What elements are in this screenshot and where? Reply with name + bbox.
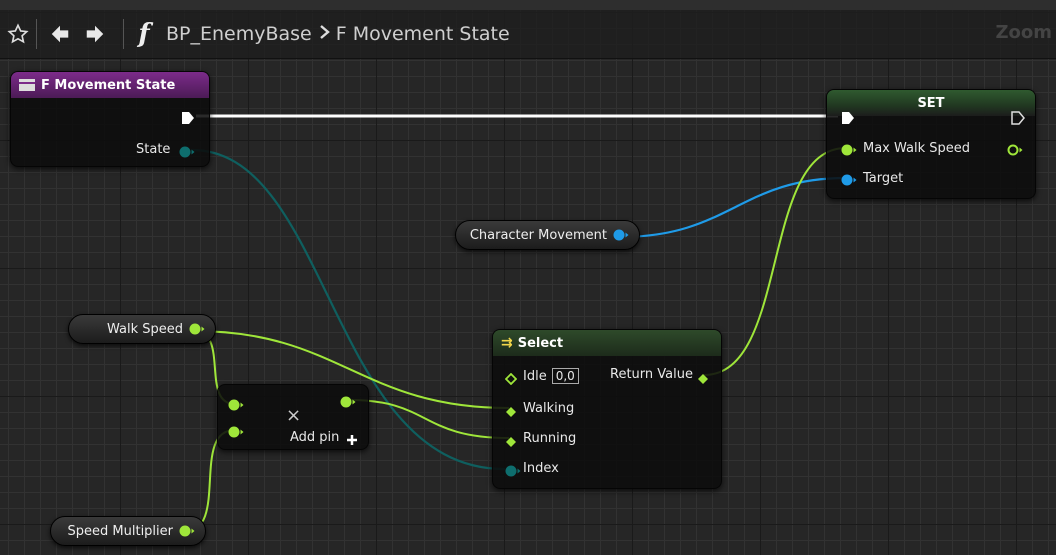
target-label: Target: [863, 171, 904, 186]
multiply-node[interactable]: × Add pin: [217, 384, 369, 450]
idle-pin-icon[interactable]: [504, 370, 518, 389]
idle-label-text: Idle: [523, 369, 547, 384]
exec-out-pin-icon[interactable]: [181, 110, 195, 129]
function-icon: f: [138, 19, 150, 49]
graph-toolbar: f BP_EnemyBase F Movement State Zoom: [0, 10, 1056, 59]
multiply-out-pin-icon[interactable]: [340, 394, 356, 413]
breadcrumb-chevron-icon: [318, 25, 330, 43]
target-in-pin-icon[interactable]: [841, 172, 857, 191]
breadcrumb-function[interactable]: F Movement State: [336, 23, 510, 45]
breadcrumb-blueprint[interactable]: BP_EnemyBase: [166, 23, 312, 45]
favorite-star-icon[interactable]: [0, 10, 36, 58]
running-pin-icon[interactable]: [505, 433, 517, 452]
toolbar-separator: [123, 19, 124, 49]
select-title: Select: [517, 335, 564, 351]
walking-pin-icon[interactable]: [505, 403, 517, 422]
set-header: SET: [827, 90, 1035, 116]
character-movement-out-pin-icon[interactable]: [613, 228, 629, 242]
breadcrumb: BP_EnemyBase F Movement State: [166, 23, 510, 45]
multiply-in-b-pin-icon[interactable]: [228, 424, 244, 443]
running-label: Running: [523, 431, 577, 446]
multiply-in-a-pin-icon[interactable]: [228, 397, 244, 416]
back-arrow-icon[interactable]: [45, 10, 75, 58]
max-walk-speed-in-pin-icon[interactable]: [841, 142, 857, 161]
idle-value-input[interactable]: 0,0: [551, 368, 579, 384]
walk-speed-label: Walk Speed: [106, 321, 183, 337]
set-node[interactable]: SET Max Walk Speed Target: [826, 89, 1036, 199]
set-title: SET: [917, 95, 945, 111]
function-entry-title: F Movement State: [41, 77, 176, 93]
walk-speed-getter-node[interactable]: Walk Speed: [68, 314, 216, 344]
function-entry-icon: [19, 79, 35, 91]
add-pin-label[interactable]: Add pin: [290, 430, 339, 445]
state-pin-icon[interactable]: [179, 144, 195, 163]
select-header: ⇉ Select: [493, 330, 721, 356]
character-movement-label: Character Movement: [469, 227, 607, 243]
return-value-pin-icon[interactable]: [697, 370, 709, 389]
speed-multiplier-out-pin-icon[interactable]: [179, 524, 195, 538]
function-entry-header: F Movement State: [11, 72, 209, 98]
toolbar-separator: [36, 19, 37, 49]
set-exec-out-pin-icon[interactable]: [1011, 110, 1025, 129]
max-walk-speed-out-pin-icon[interactable]: [1007, 142, 1023, 161]
speed-multiplier-getter-node[interactable]: Speed Multiplier: [50, 516, 206, 546]
index-label: Index: [523, 461, 559, 476]
walking-label: Walking: [523, 401, 575, 416]
window-top-strip: [0, 0, 1056, 10]
function-entry-node[interactable]: F Movement State State: [10, 71, 210, 167]
forward-arrow-icon[interactable]: [75, 10, 115, 58]
idle-label: Idle 0,0: [523, 368, 579, 384]
index-pin-icon[interactable]: [505, 463, 521, 482]
select-node[interactable]: ⇉ Select Idle 0,0 Return Value Walking Ru…: [492, 329, 722, 489]
speed-multiplier-label: Speed Multiplier: [67, 523, 173, 539]
return-value-label: Return Value: [610, 367, 693, 382]
set-exec-in-pin-icon[interactable]: [841, 110, 855, 129]
character-movement-getter-node[interactable]: Character Movement: [455, 220, 640, 250]
select-icon: ⇉: [501, 335, 513, 351]
state-pin-label: State: [136, 142, 171, 157]
add-pin-plus-icon[interactable]: [346, 431, 358, 450]
multiply-symbol: ×: [286, 405, 302, 426]
max-walk-speed-label: Max Walk Speed: [863, 141, 971, 156]
walk-speed-out-pin-icon[interactable]: [189, 322, 205, 336]
zoom-label: Zoom: [995, 22, 1052, 43]
